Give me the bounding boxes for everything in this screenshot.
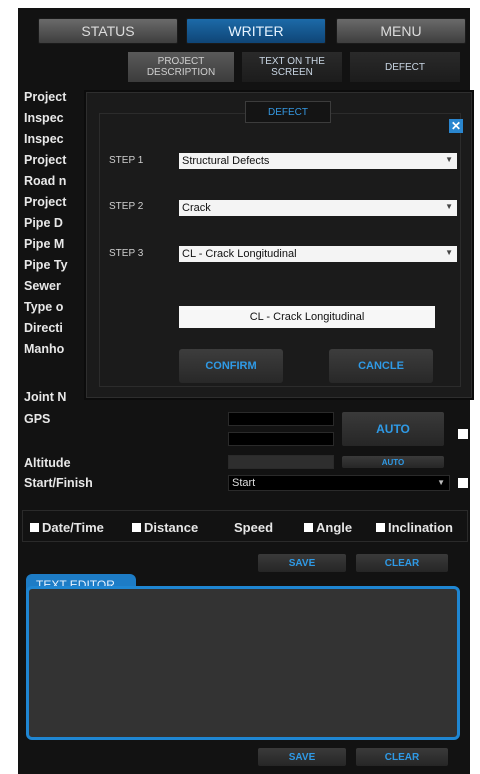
- start-finish-value: Start: [232, 477, 256, 489]
- subtab-defect[interactable]: DEFECT: [350, 52, 460, 82]
- text-editor-area[interactable]: [26, 586, 460, 740]
- distance-checkbox[interactable]: [132, 523, 141, 532]
- chevron-down-icon: ▼: [445, 155, 453, 164]
- gps-field-2[interactable]: [228, 432, 334, 446]
- speed-label: Speed: [234, 520, 274, 535]
- close-icon[interactable]: ✕: [449, 119, 463, 133]
- distance-option[interactable]: Distance: [132, 520, 198, 535]
- save-button-top[interactable]: SAVE: [258, 554, 346, 572]
- dialog-title: DEFECT: [245, 101, 331, 123]
- gps-auto-button[interactable]: AUTO: [342, 412, 444, 446]
- cancel-button[interactable]: CANCLE: [329, 349, 433, 383]
- step3-value: CL - Crack Longitudinal: [182, 248, 297, 260]
- subtab-project-description[interactable]: PROJECT DESCRIPTION: [128, 52, 234, 82]
- gps-field-1[interactable]: [228, 412, 334, 426]
- step2-select[interactable]: Crack ▼: [179, 200, 457, 216]
- clear-button-bottom[interactable]: CLEAR: [356, 748, 448, 766]
- start-finish-label: Start/Finish: [24, 476, 93, 490]
- chevron-down-icon: ▼: [445, 202, 453, 211]
- save-button-bottom[interactable]: SAVE: [258, 748, 346, 766]
- form-label: Sewer: [24, 279, 61, 293]
- form-label: Inspec: [24, 132, 64, 146]
- joint-label: Joint N: [24, 390, 67, 404]
- chevron-down-icon: ▼: [437, 478, 445, 487]
- form-label: Road n: [24, 174, 67, 188]
- gps-checkbox[interactable]: [458, 429, 468, 439]
- defect-dialog: DEFECT ✕ STEP 1 Structural Defects ▼ STE…: [86, 92, 472, 398]
- form-label: Project: [24, 90, 67, 104]
- start-finish-checkbox[interactable]: [458, 478, 468, 488]
- angle-option[interactable]: Angle: [304, 520, 352, 535]
- altitude-auto-button[interactable]: AUTO: [342, 456, 444, 468]
- datetime-option[interactable]: Date/Time: [30, 520, 104, 535]
- chevron-down-icon: ▼: [445, 248, 453, 257]
- inclination-option[interactable]: Inclination: [376, 520, 453, 535]
- datetime-checkbox[interactable]: [30, 523, 39, 532]
- distance-label: Distance: [144, 520, 199, 535]
- form-label: Type o: [24, 300, 64, 314]
- form-label: Directi: [24, 321, 63, 335]
- step3-select[interactable]: CL - Crack Longitudinal ▼: [179, 246, 457, 262]
- step3-label: STEP 3: [109, 248, 144, 259]
- confirm-button[interactable]: CONFIRM: [179, 349, 283, 383]
- angle-label: Angle: [316, 520, 353, 535]
- step2-label: STEP 2: [109, 201, 144, 212]
- altitude-field[interactable]: [228, 455, 334, 469]
- step1-select[interactable]: Structural Defects ▼: [179, 153, 457, 169]
- gps-label: GPS: [24, 412, 51, 426]
- start-finish-select[interactable]: Start ▼: [228, 475, 450, 491]
- angle-checkbox[interactable]: [304, 523, 313, 532]
- form-label: Project: [24, 153, 67, 167]
- speed-option[interactable]: Speed: [234, 520, 273, 535]
- altitude-label: Altitude: [24, 456, 71, 470]
- inclination-checkbox[interactable]: [376, 523, 385, 532]
- inclination-label: Inclination: [388, 520, 453, 535]
- form-label: Pipe Ty: [24, 258, 68, 272]
- step1-label: STEP 1: [109, 155, 144, 166]
- form-label: Pipe D: [24, 216, 63, 230]
- form-label: Inspec: [24, 111, 64, 125]
- datetime-label: Date/Time: [42, 520, 104, 535]
- tab-status[interactable]: STATUS: [38, 18, 178, 44]
- form-label: Project: [24, 195, 67, 209]
- form-label: Pipe M: [24, 237, 65, 251]
- subtab-text-on-screen[interactable]: TEXT ON THE SCREEN: [242, 52, 342, 82]
- tab-writer[interactable]: WRITER: [186, 18, 326, 44]
- step2-value: Crack: [182, 202, 211, 214]
- defect-result-field: CL - Crack Longitudinal: [179, 306, 435, 328]
- form-label: Manho: [24, 342, 65, 356]
- clear-button-top[interactable]: CLEAR: [356, 554, 448, 572]
- tab-menu[interactable]: MENU: [336, 18, 466, 44]
- step1-value: Structural Defects: [182, 155, 270, 167]
- app-window: STATUS WRITER MENU PROJECT DESCRIPTION T…: [18, 8, 472, 774]
